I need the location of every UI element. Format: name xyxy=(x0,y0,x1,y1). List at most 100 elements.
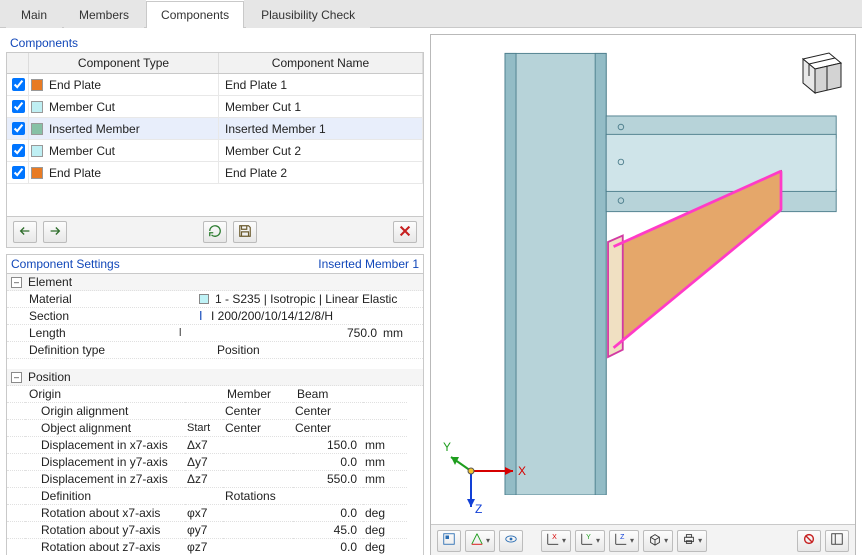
prop-unit: mm xyxy=(363,471,407,488)
table-row[interactable]: End Plate End Plate 1 xyxy=(7,74,423,96)
prop-value[interactable]: 0.0 xyxy=(293,454,363,471)
table-row[interactable]: Member Cut Member Cut 2 xyxy=(7,140,423,162)
prop-value[interactable]: Center xyxy=(293,420,363,437)
prop-unit: deg xyxy=(363,539,407,555)
svg-text:Y: Y xyxy=(586,534,591,541)
cube-icon xyxy=(791,43,845,97)
prop-symbol: φz7 xyxy=(185,539,223,555)
prop-value[interactable]: Start xyxy=(185,420,223,437)
tab-members[interactable]: Members xyxy=(64,1,144,28)
prop-length[interactable]: Length l 750.0 mm xyxy=(7,325,423,342)
view-perspective-button[interactable] xyxy=(499,530,523,552)
prop-label: Rotation about z7-axis xyxy=(25,539,185,555)
tab-members-label: Members xyxy=(79,8,129,22)
move-up-button[interactable] xyxy=(13,221,37,243)
prop-value[interactable]: 0.0 xyxy=(293,505,363,522)
chevron-down-icon: ▾ xyxy=(486,536,490,545)
view-axis-y-button[interactable]: Y▾ xyxy=(575,530,605,552)
settings-title: Component Settings xyxy=(11,257,120,271)
row-type: Inserted Member xyxy=(49,122,140,136)
orientation-cube[interactable] xyxy=(791,43,845,100)
expand-icon xyxy=(830,532,844,549)
view-reset-button[interactable] xyxy=(797,530,821,552)
iso-cube-icon xyxy=(648,532,662,549)
row-type: End Plate xyxy=(49,78,101,92)
components-table: Component Type Component Name End Plate … xyxy=(6,53,424,217)
components-header: Components xyxy=(6,34,424,53)
prop-value[interactable]: 0.0 xyxy=(293,539,363,555)
prop-label: Length xyxy=(29,326,179,340)
axis-x-icon: X xyxy=(546,532,560,549)
row-checkbox[interactable] xyxy=(12,78,25,91)
group-position[interactable]: – Position xyxy=(7,369,423,386)
chevron-down-icon: ▾ xyxy=(562,536,566,545)
components-title: Components xyxy=(10,36,78,50)
viewport-3d[interactable]: X Y Z ▾ X▾ xyxy=(431,35,855,555)
row-type: Member Cut xyxy=(49,144,115,158)
svg-text:Z: Z xyxy=(475,502,482,516)
prop-value[interactable]: Rotations xyxy=(223,488,363,505)
save-button[interactable] xyxy=(233,221,257,243)
prop-label: Displacement in y7-axis xyxy=(25,454,185,471)
svg-text:X: X xyxy=(518,464,526,478)
color-swatch-icon xyxy=(31,123,43,135)
row-name: Member Cut 2 xyxy=(225,144,301,158)
prop-material[interactable]: Material 1 - S235 | Isotropic | Linear E… xyxy=(7,291,423,308)
column-header-type[interactable]: Component Type xyxy=(29,53,219,73)
row-name: Inserted Member 1 xyxy=(225,122,326,136)
view-axis-toggle-button[interactable]: ▾ xyxy=(465,530,495,552)
tab-main[interactable]: Main xyxy=(6,1,62,28)
move-down-icon xyxy=(48,224,62,241)
row-checkbox[interactable] xyxy=(12,144,25,157)
prop-value: 750.0 xyxy=(257,326,377,340)
tab-plausibility[interactable]: Plausibility Check xyxy=(246,1,370,28)
prop-symbol: Δy7 xyxy=(185,454,223,471)
column-header-name[interactable]: Component Name xyxy=(219,53,423,73)
view-select-button[interactable] xyxy=(437,530,461,552)
prop-value[interactable]: 550.0 xyxy=(293,471,363,488)
material-color-icon xyxy=(199,294,209,304)
prop-value[interactable]: Center xyxy=(223,420,293,437)
prop-value[interactable]: Center xyxy=(293,403,363,420)
model-render-icon xyxy=(431,35,855,495)
prop-definition-type[interactable]: Definition type Position xyxy=(7,342,423,359)
table-row[interactable]: Member Cut Member Cut 1 xyxy=(7,96,423,118)
tab-components[interactable]: Components xyxy=(146,1,244,28)
prop-unit: mm xyxy=(363,454,407,471)
color-swatch-icon xyxy=(31,79,43,91)
components-toolbar xyxy=(6,217,424,248)
axis-z-icon: Z xyxy=(614,532,628,549)
tab-main-label: Main xyxy=(21,8,47,22)
view-print-button[interactable]: ▾ xyxy=(677,530,707,552)
view-axis-x-button[interactable]: X▾ xyxy=(541,530,571,552)
collapse-toggle[interactable]: – xyxy=(11,372,22,383)
view-axis-z-button[interactable]: Z▾ xyxy=(609,530,639,552)
svg-text:Y: Y xyxy=(443,440,451,454)
view-expand-button[interactable] xyxy=(825,530,849,552)
row-checkbox[interactable] xyxy=(12,100,25,113)
prop-label: Definition type xyxy=(29,343,217,357)
color-swatch-icon xyxy=(31,101,43,113)
group-element[interactable]: – Element xyxy=(7,274,423,291)
prop-value[interactable]: 150.0 xyxy=(293,437,363,454)
prop-value[interactable]: 45.0 xyxy=(293,522,363,539)
prop-label: Origin alignment xyxy=(25,403,185,420)
refresh-button[interactable] xyxy=(203,221,227,243)
settings-header: Component Settings Inserted Member 1 xyxy=(7,255,423,274)
axis-gizmo[interactable]: X Y Z xyxy=(443,437,533,520)
table-row[interactable]: End Plate End Plate 2 xyxy=(7,162,423,184)
prop-unit: mm xyxy=(377,326,419,340)
row-checkbox[interactable] xyxy=(12,122,25,135)
row-type: Member Cut xyxy=(49,100,115,114)
row-checkbox[interactable] xyxy=(12,166,25,179)
table-row[interactable]: Inserted Member Inserted Member 1 xyxy=(7,118,423,140)
group-label: Element xyxy=(28,275,72,289)
view-iso-button[interactable]: ▾ xyxy=(643,530,673,552)
collapse-toggle[interactable]: – xyxy=(11,277,22,288)
prop-value[interactable]: Center xyxy=(223,403,293,420)
move-down-button[interactable] xyxy=(43,221,67,243)
prop-section[interactable]: Section Ⅰ I 200/200/10/14/12/8/H xyxy=(7,308,423,325)
delete-button[interactable] xyxy=(393,221,417,243)
print-icon xyxy=(682,532,696,549)
settings-subtitle: Inserted Member 1 xyxy=(318,257,419,271)
